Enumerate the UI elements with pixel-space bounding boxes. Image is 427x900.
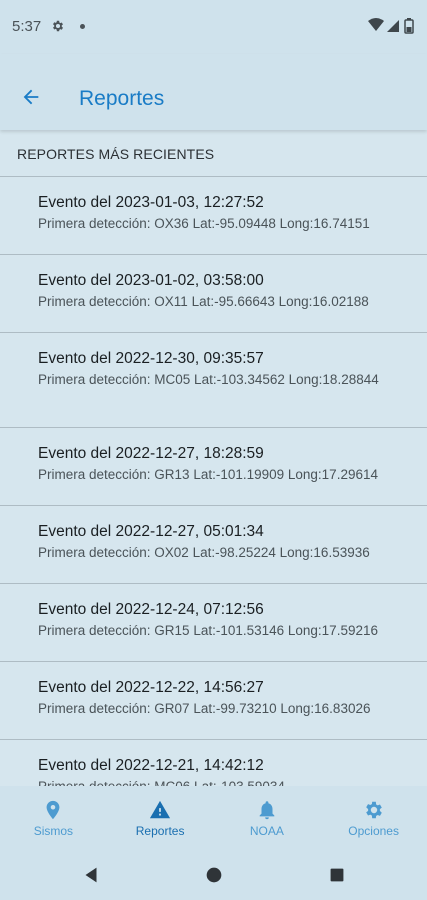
gear-icon xyxy=(365,801,382,819)
status-bar: 5:37 xyxy=(0,0,427,54)
reports-content[interactable]: REPORTES MÁS RECIENTES Evento del 2023-0… xyxy=(0,130,427,786)
report-item[interactable]: Evento del 2022-12-27, 05:01:34 Primera … xyxy=(0,505,427,583)
report-title: Evento del 2022-12-27, 18:28:59 xyxy=(38,445,264,462)
recents-square-icon[interactable] xyxy=(326,864,348,886)
home-circle-icon[interactable] xyxy=(203,864,225,886)
report-detail: Primera detección: OX36 Lat:-95.09448 Lo… xyxy=(38,216,370,231)
system-status-icons xyxy=(368,18,414,34)
nav-item-reportes[interactable]: Reportes xyxy=(107,786,214,850)
report-detail: Primera detección: GR15 Lat:-101.53146 L… xyxy=(38,623,378,638)
nav-label: NOAA xyxy=(249,824,284,838)
report-title: Evento del 2022-12-30, 09:35:57 xyxy=(38,350,264,367)
report-detail: Primera detección: MC05 Lat:-103.34562 L… xyxy=(38,372,379,387)
notification-dot xyxy=(80,24,85,29)
report-title: Evento del 2022-12-21, 14:42:12 xyxy=(38,757,264,774)
report-title: Evento del 2022-12-24, 07:12:56 xyxy=(38,601,264,618)
nav-item-opciones[interactable]: Opciones xyxy=(320,786,427,850)
app-bar: Reportes xyxy=(0,54,427,130)
report-detail: Primera detección: GR07 Lat:-99.73210 Lo… xyxy=(38,701,371,716)
report-title: Evento del 2022-12-27, 05:01:34 xyxy=(38,523,264,540)
report-detail: Primera detección: OX11 Lat:-95.66643 Lo… xyxy=(38,294,369,309)
report-detail: Primera detección: OX02 Lat:-98.25224 Lo… xyxy=(38,545,370,560)
section-header: REPORTES MÁS RECIENTES xyxy=(17,146,215,162)
report-title: Evento del 2022-12-22, 14:56:27 xyxy=(38,679,264,696)
nav-item-noaa[interactable]: NOAA xyxy=(214,786,321,850)
report-item[interactable]: Evento del 2022-12-22, 14:56:27 Primera … xyxy=(0,661,427,739)
report-item[interactable]: Evento del 2022-12-27, 18:28:59 Primera … xyxy=(0,427,427,505)
wifi-icon xyxy=(368,18,384,31)
report-item[interactable]: Evento del 2022-12-30, 09:35:57 Primera … xyxy=(0,332,427,427)
report-item[interactable]: Evento del 2022-12-21, 14:42:12 Primera … xyxy=(0,739,427,786)
battery-icon xyxy=(404,18,414,34)
report-list: Evento del 2023-01-03, 12:27:52 Primera … xyxy=(0,176,427,786)
map-pin-icon xyxy=(46,800,60,820)
page-title: Reportes xyxy=(79,87,165,110)
status-time: 5:37 xyxy=(12,18,42,35)
gear-icon xyxy=(53,20,63,32)
report-detail: Primera detección: MC06 Lat:-103.59034 xyxy=(38,778,415,786)
report-item[interactable]: Evento del 2023-01-02, 03:58:00 Primera … xyxy=(0,254,427,332)
signal-icon xyxy=(387,20,399,32)
bell-icon xyxy=(259,801,275,820)
nav-item-sismos[interactable]: Sismos xyxy=(0,786,107,850)
report-item[interactable]: Evento del 2022-12-24, 07:12:56 Primera … xyxy=(0,583,427,661)
nav-label: Reportes xyxy=(135,824,185,838)
nav-label: Sismos xyxy=(33,824,74,838)
report-title: Evento del 2023-01-03, 12:27:52 xyxy=(38,194,264,211)
report-detail: Primera detección: GR13 Lat:-101.19909 L… xyxy=(38,467,378,482)
bottom-nav: Sismos Reportes NOAA Opciones xyxy=(0,786,427,850)
back-button[interactable] xyxy=(14,80,48,114)
report-item[interactable]: Evento del 2023-01-03, 12:27:52 Primera … xyxy=(0,176,427,254)
back-triangle-icon[interactable] xyxy=(80,864,102,886)
arrow-left-icon xyxy=(23,89,39,105)
system-nav-bar xyxy=(0,850,427,900)
report-title: Evento del 2023-01-02, 03:58:00 xyxy=(38,272,264,289)
warning-icon xyxy=(150,800,171,819)
nav-label: Opciones xyxy=(348,824,399,838)
